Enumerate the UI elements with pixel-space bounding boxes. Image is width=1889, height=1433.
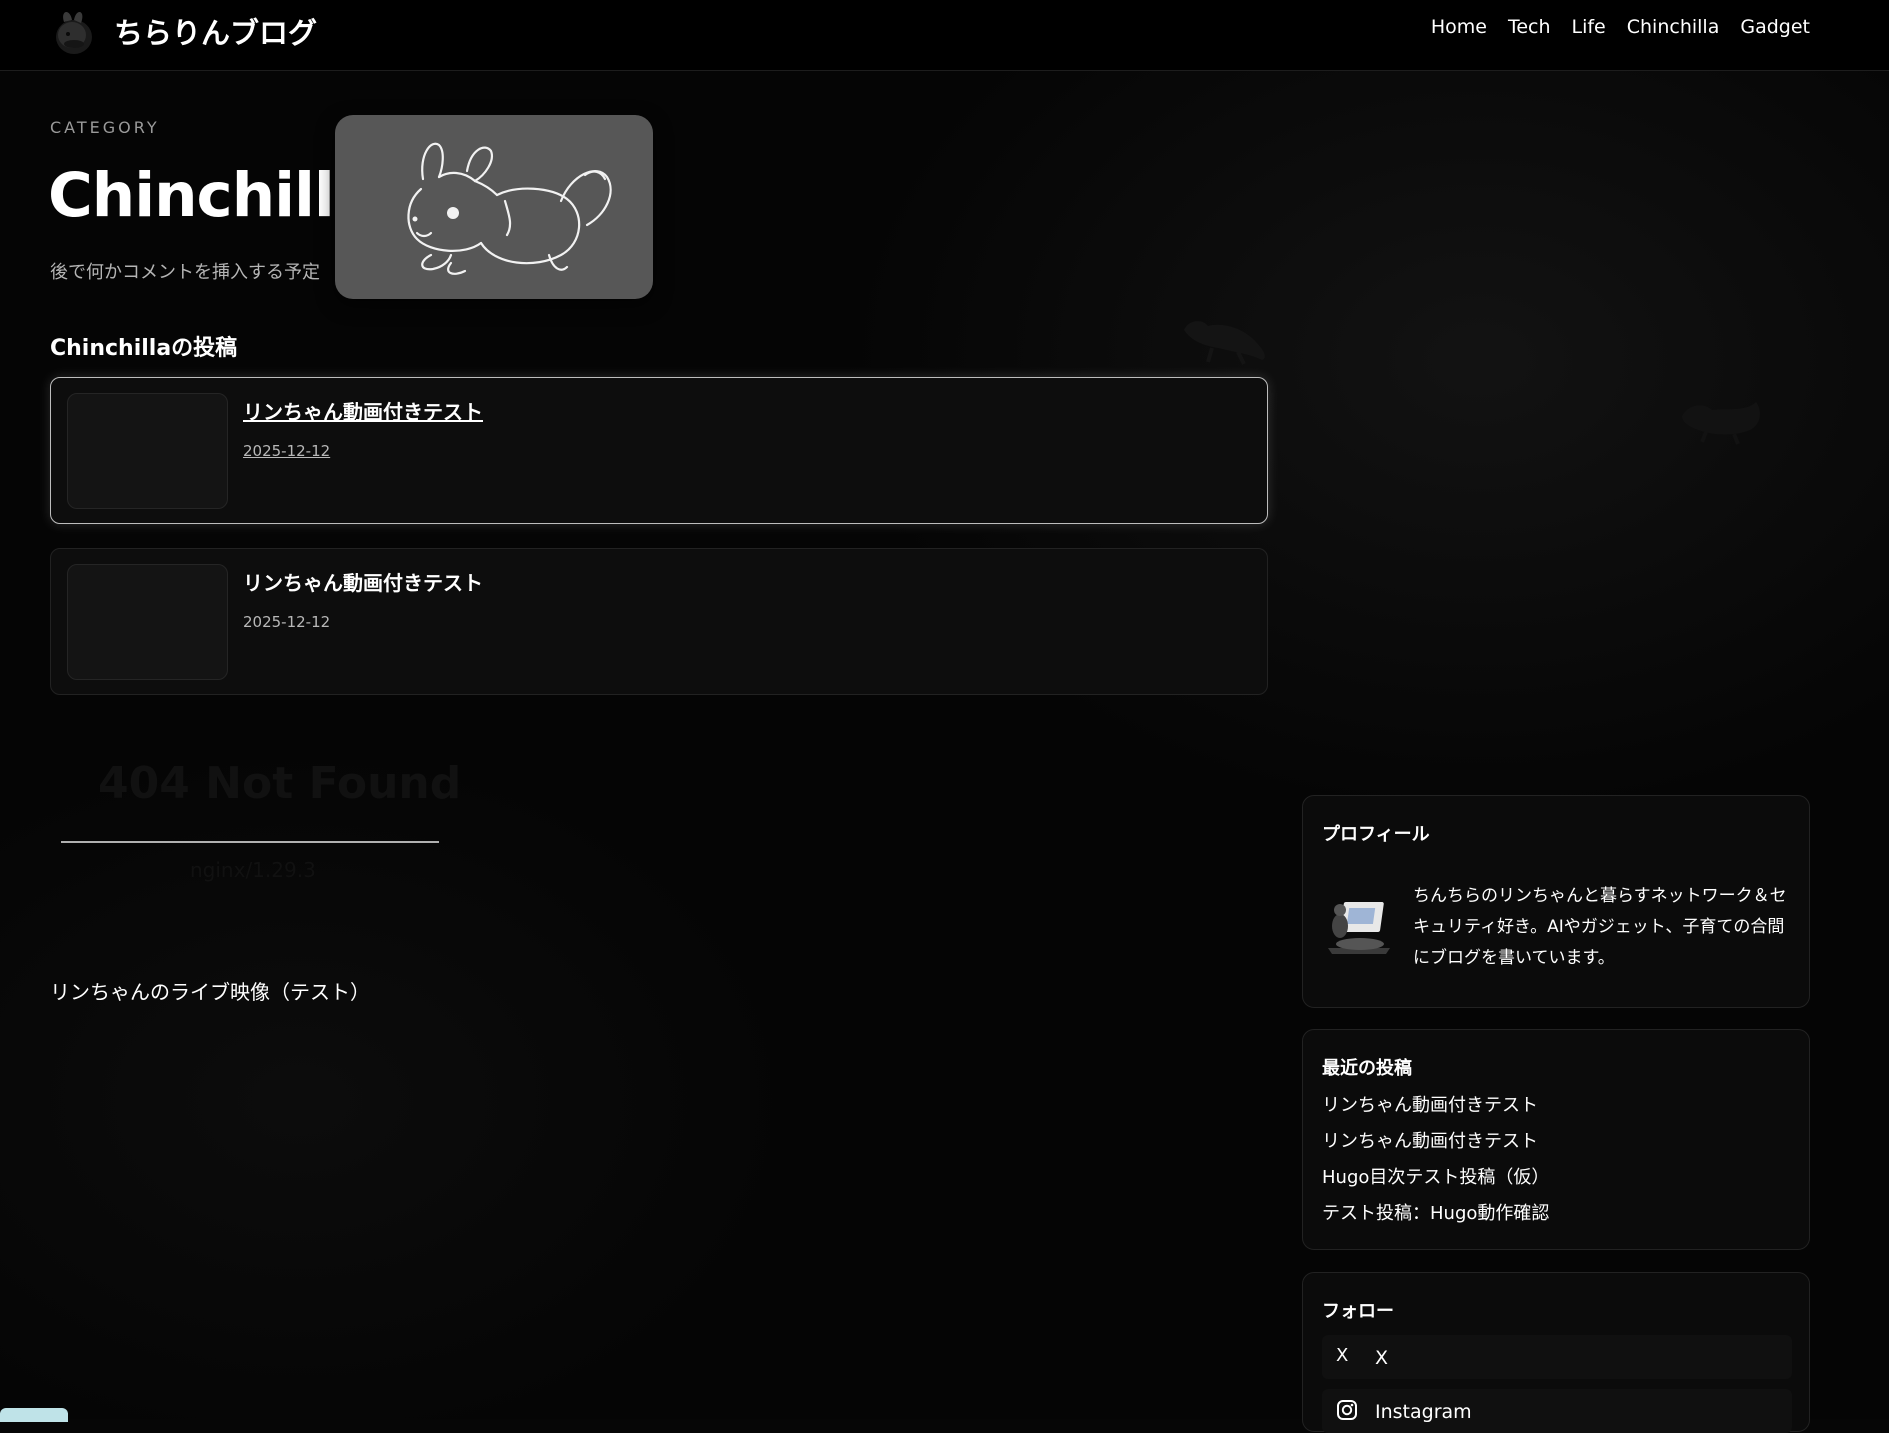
- instagram-icon: [1337, 1400, 1357, 1420]
- embed-error-divider: [61, 841, 439, 843]
- post-card[interactable]: リンちゃん動画付きテスト 2025-12-12: [50, 377, 1268, 524]
- nav-gadget[interactable]: Gadget: [1740, 16, 1810, 38]
- post-date: 2025-12-12: [243, 442, 331, 460]
- post-title[interactable]: リンちゃん動画付きテスト: [243, 396, 483, 425]
- profile-avatar: [1322, 888, 1397, 958]
- category-description: 後で何かコメントを挿入する予定: [50, 262, 320, 283]
- category-title: Chinchilla: [48, 160, 375, 231]
- follow-x-link[interactable]: X X: [1322, 1335, 1792, 1379]
- nav-life[interactable]: Life: [1572, 16, 1606, 38]
- x-icon: X: [1336, 1345, 1349, 1366]
- nav-chinchilla[interactable]: Chinchilla: [1627, 16, 1720, 38]
- recent-post-link[interactable]: テスト投稿：Hugo動作確認: [1322, 1200, 1549, 1236]
- nav-tech[interactable]: Tech: [1508, 16, 1551, 38]
- site-header: ちらりんブログ Home Tech Life Chinchilla Gadget: [0, 0, 1889, 71]
- recent-post-link[interactable]: リンちゃん動画付きテスト: [1322, 1092, 1549, 1128]
- live-video-caption: リンちゃんのライブ映像（テスト）: [50, 980, 370, 1004]
- recent-post-link[interactable]: リンちゃん動画付きテスト: [1322, 1128, 1549, 1164]
- recent-posts-title: 最近の投稿: [1322, 1058, 1412, 1079]
- profile-title: プロフィール: [1322, 824, 1430, 845]
- category-image: [335, 115, 653, 299]
- category-label: CATEGORY: [50, 118, 160, 137]
- follow-x-label: X: [1375, 1347, 1389, 1369]
- post-thumbnail[interactable]: [67, 393, 228, 509]
- profile-card: プロフィール ちんちらのリンちゃんと暮らすネットワーク＆セキュリティ好き。AIや…: [1302, 795, 1810, 1008]
- chinchilla-silhouette-icon: [1682, 402, 1760, 445]
- chinchilla-logo-icon[interactable]: [48, 4, 100, 58]
- follow-instagram-label: Instagram: [1375, 1401, 1472, 1423]
- post-thumbnail[interactable]: [67, 564, 228, 680]
- post-card[interactable]: リンちゃん動画付きテスト 2025-12-12: [50, 548, 1268, 695]
- profile-bio: ちんちらのリンちゃんと暮らすネットワーク＆セキュリティ好き。AIやガジェット、子…: [1413, 886, 1787, 968]
- post-date: 2025-12-12: [243, 613, 331, 631]
- embed-error-title: 404 Not Found: [98, 758, 462, 809]
- follow-card: フォロー X X Instagram: [1302, 1272, 1810, 1433]
- chinchilla-silhouette-icon: [1184, 321, 1265, 365]
- main-nav: Home Tech Life Chinchilla Gadget: [1431, 16, 1810, 38]
- embed-error-server: nginx/1.29.3: [190, 858, 316, 882]
- recent-posts-list: リンちゃん動画付きテスト リンちゃん動画付きテスト Hugo目次テスト投稿（仮）…: [1322, 1092, 1549, 1236]
- nav-home[interactable]: Home: [1431, 16, 1487, 38]
- recent-post-link[interactable]: Hugo目次テスト投稿（仮）: [1322, 1164, 1549, 1200]
- chinchilla-illustration: [407, 142, 612, 275]
- recent-posts-card: 最近の投稿 リンちゃん動画付きテスト リンちゃん動画付きテスト Hugo目次テス…: [1302, 1029, 1810, 1250]
- follow-instagram-link[interactable]: Instagram: [1322, 1389, 1792, 1433]
- follow-title: フォロー: [1322, 1301, 1394, 1322]
- site-title[interactable]: ちらりんブログ: [114, 10, 317, 52]
- posts-heading: Chinchillaの投稿: [50, 336, 238, 361]
- post-title[interactable]: リンちゃん動画付きテスト: [243, 567, 483, 596]
- floating-tab[interactable]: [0, 1408, 68, 1422]
